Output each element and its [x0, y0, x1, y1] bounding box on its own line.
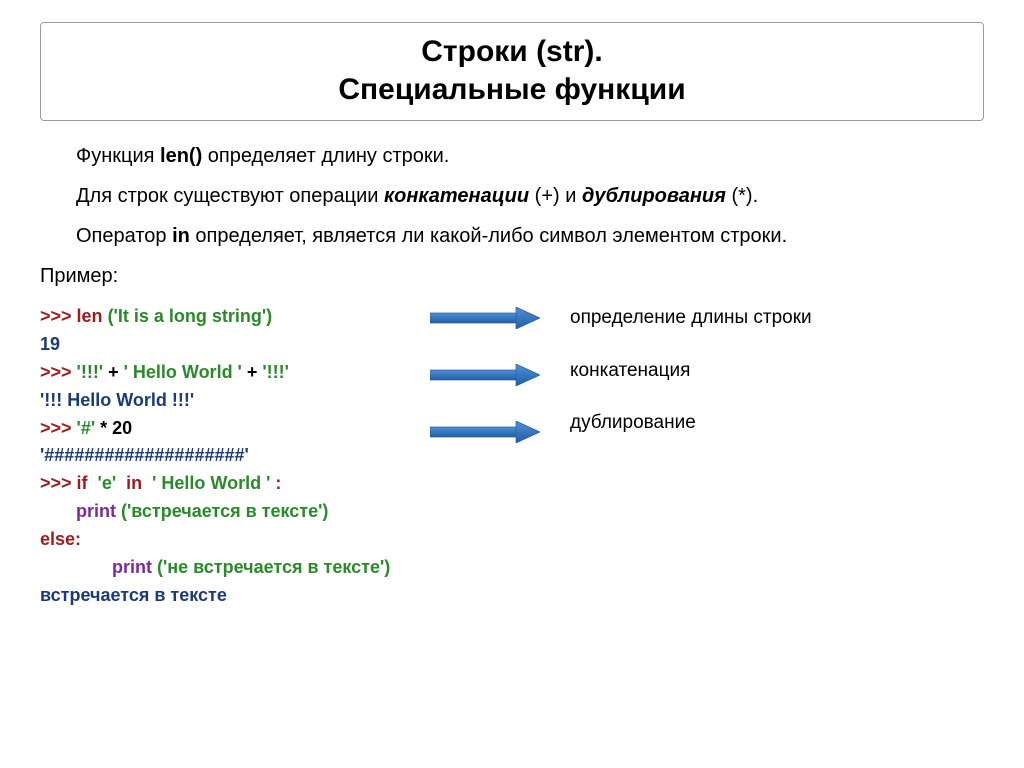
arrow-column [430, 303, 560, 478]
title-line-2: Специальные функции [338, 73, 685, 106]
example-label: Пример: [40, 263, 984, 289]
page-title: Строки (str). Специальные функции [51, 33, 973, 108]
desc-concatenation: конкатенация [570, 358, 984, 385]
code-line-1: >>> len ('It is a long string') [40, 303, 420, 331]
example-columns: >>> len ('It is a long string') 19 >>> '… [40, 303, 984, 610]
paragraph-concat-dup: Для строк существуют операции конкатенац… [40, 183, 984, 209]
description-column: определение длины строки конкатенация ду… [570, 303, 984, 463]
code-line-4: '!!! Hello World !!!' [40, 387, 420, 415]
code-line-2: 19 [40, 331, 420, 359]
code-column: >>> len ('It is a long string') 19 >>> '… [40, 303, 420, 610]
code-line-6: '####################' [40, 442, 420, 470]
title-line-1: Строки (str). [421, 35, 602, 68]
code-line-8: print ('встречается в тексте') [40, 498, 420, 526]
arrow-icon [430, 421, 540, 443]
code-line-5: >>> '#' * 20 [40, 415, 420, 443]
arrow-icon [430, 307, 540, 329]
desc-duplication: дублирование [570, 410, 984, 437]
code-line-3: >>> '!!!' + ' Hello World ' + '!!!' [40, 359, 420, 387]
desc-length: определение длины строки [570, 305, 984, 332]
paragraph-in-operator: Оператор in определяет, является ли како… [40, 223, 984, 249]
arrow-icon [430, 364, 540, 386]
code-line-9: else: [40, 526, 420, 554]
code-line-11: встречается в тексте [40, 582, 420, 610]
code-line-7: >>> if 'e' in ' Hello World ' : [40, 470, 420, 498]
code-line-10: print ('не встречается в тексте') [40, 554, 420, 582]
title-box: Строки (str). Специальные функции [40, 22, 984, 121]
paragraph-len: Функция len() определяет длину строки. [40, 143, 984, 169]
